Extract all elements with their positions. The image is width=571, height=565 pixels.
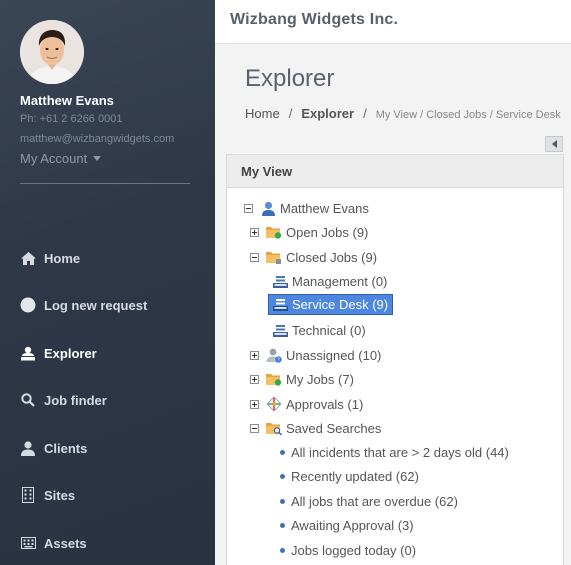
tree-node-service-desk[interactable]: Service Desk (9) [268,294,394,315]
tree-node-closed-jobs[interactable]: Closed Jobs (9) [250,249,377,265]
page-title: Explorer [245,65,335,92]
tree-label: Management (0) [292,273,388,289]
tree-node-matthew-evans[interactable]: Matthew Evans [244,200,369,216]
svg-text:?: ? [277,357,280,362]
company-name: Wizbang Widgets Inc. [230,11,399,28]
sidebar-divider [20,183,190,184]
tree-label: Technical (0) [292,322,366,338]
tree-node-technical[interactable]: Technical (0) [272,322,366,338]
my-account-menu[interactable]: My Account [20,151,102,166]
expand-toggle[interactable] [250,374,259,384]
breadcrumb-separator: / [363,106,367,121]
folder-my-jobs-icon [266,371,282,387]
tree-label: All incidents that are > 2 days old (44) [291,445,509,460]
panel-title: My View [227,155,563,188]
tree-label: Recently updated (62) [291,469,419,484]
tree-node-unassigned[interactable]: ? Unassigned (10) [250,347,381,363]
approvals-icon [266,396,282,412]
top-bar: Wizbang Widgets Inc. [215,0,571,44]
user-email: matthew@wizbangwidgets.com [20,133,175,145]
user-icon [20,440,36,456]
folder-closed-jobs-icon [266,249,282,265]
user-phone: Ph: +61 2 6266 0001 [20,113,123,125]
breadcrumb-current[interactable]: Explorer [301,106,354,121]
nav-log-new-request[interactable]: Log new request [20,297,147,313]
user-node-icon [260,200,276,216]
bullet-icon [280,474,285,479]
tree-label: All jobs that are overdue (62) [291,494,458,509]
nav-home-label: Home [44,250,81,266]
tree-node-saved-searches[interactable]: Saved Searches [250,420,381,436]
my-account-label: My Account [20,151,88,166]
nav-explorer-label: Explorer [44,345,97,361]
sidebar: Matthew Evans Ph: +61 2 6266 0001 matthe… [0,0,215,565]
avatar[interactable] [20,20,84,84]
folder-open-jobs-icon [266,224,282,240]
nav-home[interactable]: Home [20,250,80,266]
tray-icon [272,322,288,338]
chevron-left-icon [551,140,557,148]
tree-label: Open Jobs (9) [286,224,369,240]
saved-search-item[interactable]: Jobs logged today (0) [280,543,416,558]
unassigned-user-icon: ? [266,347,282,363]
tree-node-my-jobs[interactable]: My Jobs (7) [250,371,354,387]
bullet-icon [280,523,285,528]
collapse-toggle[interactable] [244,203,253,213]
collapse-toggle[interactable] [250,252,259,262]
nav-clients-label: Clients [44,440,88,456]
nav-job-finder[interactable]: Job finder [20,392,107,408]
bullet-icon [280,548,285,553]
bullet-icon [280,450,285,455]
saved-search-item[interactable]: Awaiting Approval (3) [280,518,414,533]
nav-assets[interactable]: Assets [20,535,87,551]
tray-icon [272,296,288,312]
saved-search-item[interactable]: All jobs that are overdue (62) [280,494,458,509]
search-icon [20,392,36,408]
expand-toggle[interactable] [250,227,259,237]
circle-icon [20,297,36,313]
tree-label: My Jobs (7) [286,371,354,387]
tree-label: Saved Searches [286,420,382,436]
nav-log-new-request-label: Log new request [44,297,148,313]
tree-label: Jobs logged today (0) [291,543,417,558]
tree-label: Service Desk (9) [292,296,389,312]
tree-label: Closed Jobs (9) [286,249,378,265]
saved-search-item[interactable]: Recently updated (62) [280,469,419,484]
tree-label: Awaiting Approval (3) [291,518,414,533]
user-name: Matthew Evans [20,93,114,108]
breadcrumb-separator: / [288,106,293,121]
expand-toggle[interactable] [250,399,259,409]
nav-assets-label: Assets [44,535,87,551]
tree-label: Approvals (1) [286,396,364,412]
breadcrumb-home[interactable]: Home [245,106,280,121]
tree-label: Matthew Evans [280,200,369,216]
bullet-icon [280,499,285,504]
building-icon [20,487,36,503]
nav-job-finder-label: Job finder [44,392,107,408]
collapse-panel-button[interactable] [545,136,563,152]
tray-icon [272,273,288,289]
saved-search-item[interactable]: All incidents that are > 2 days old (44) [280,445,509,460]
tree-node-management[interactable]: Management (0) [272,273,387,289]
home-icon [20,250,36,266]
folder-search-icon [266,420,282,436]
expand-toggle[interactable] [250,350,259,360]
nav-clients[interactable]: Clients [20,440,87,456]
collapse-toggle[interactable] [250,423,259,433]
tree-label: Unassigned (10) [286,347,382,363]
tree-node-open-jobs[interactable]: Open Jobs (9) [250,224,368,240]
breadcrumb-path: My View / Closed Jobs / Service Desk [375,109,561,121]
keyboard-icon [20,535,36,551]
nav-explorer[interactable]: Explorer [20,345,97,361]
breadcrumb: Home / Explorer / My View / Closed Jobs … [245,106,561,121]
nav-sites[interactable]: Sites [20,487,75,503]
caret-down-icon [93,156,102,161]
explorer-icon [20,345,36,361]
nav-sites-label: Sites [44,487,76,503]
tree-node-approvals[interactable]: Approvals (1) [250,396,363,412]
